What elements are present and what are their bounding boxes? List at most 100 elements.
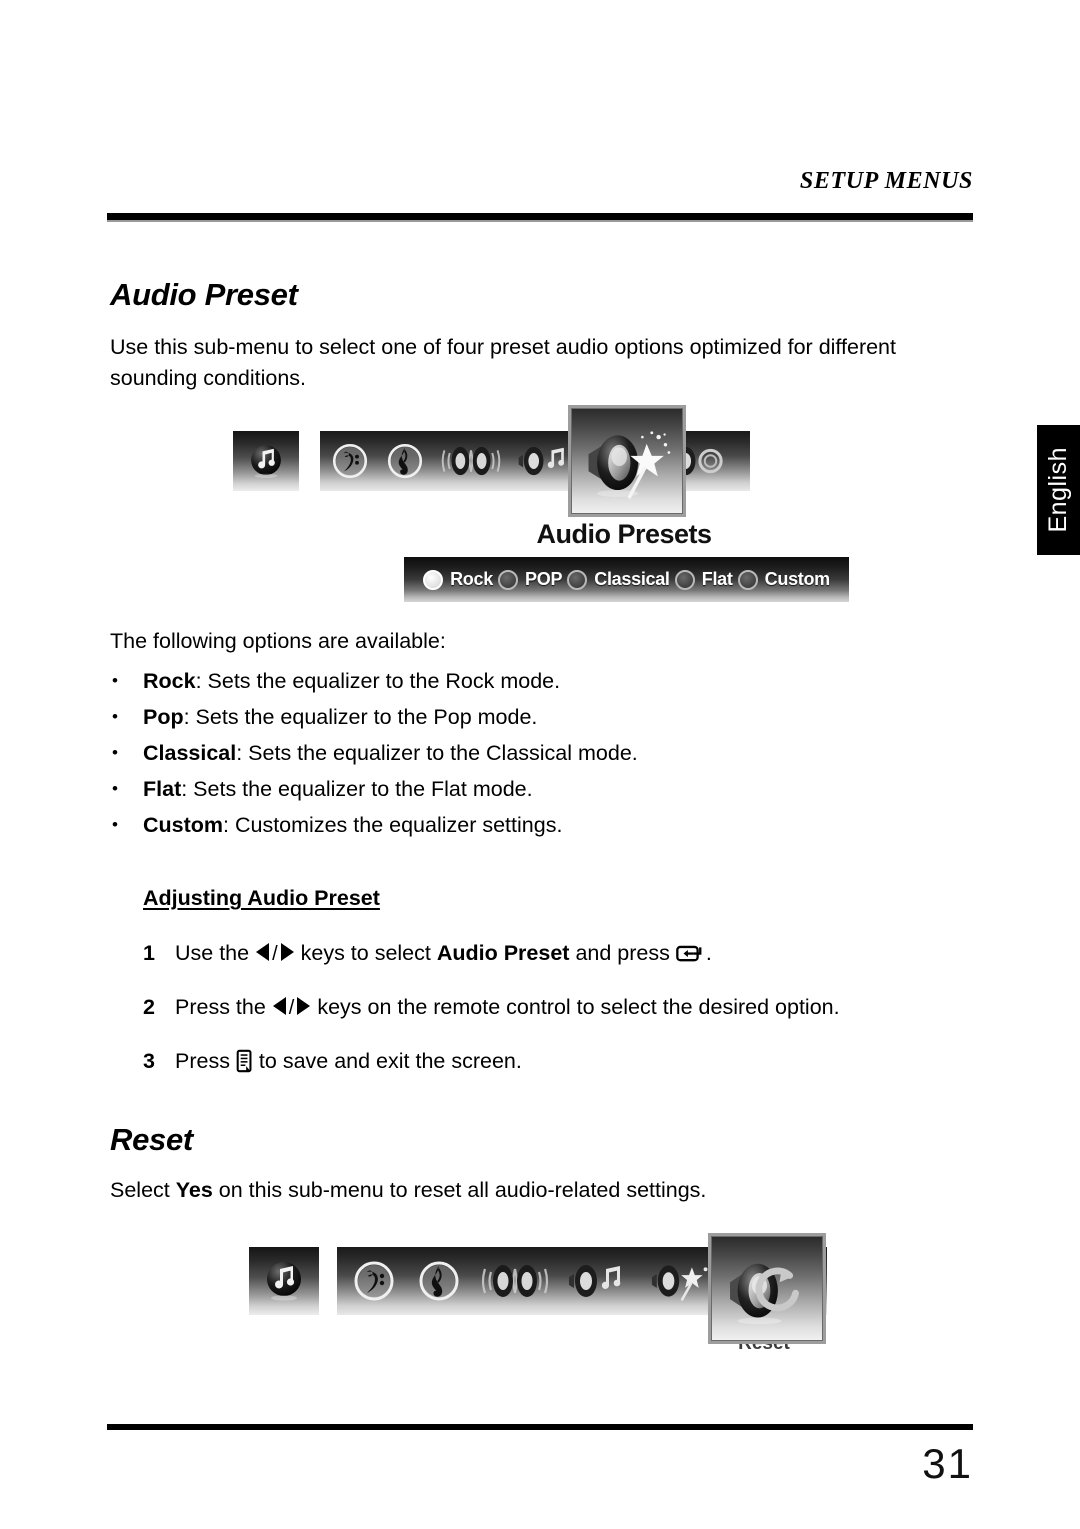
footer-rule [107,1424,973,1430]
step-3-body: Press to save and exit the screen. [175,1046,522,1076]
left-arrow-key-icon [272,995,287,1016]
step-1-term: Audio Preset [436,941,570,965]
step-1-text-b: keys to select [294,941,437,965]
osd-option-label: Rock [450,569,493,589]
list-item-term: Classical [143,741,237,765]
list-item-text: Classical: Sets the equalizer to the Cla… [143,741,638,765]
osd-option-label: POP [525,569,563,589]
list-item: • Flat: Sets the equalizer to the Flat mo… [110,771,980,807]
step-1-separator: / [272,943,278,965]
list-item-term: Custom [143,813,224,837]
step-2-text-a: Press the [175,995,272,1019]
menu-key-icon [236,1049,253,1073]
step-1-number: 1 [143,941,155,965]
reset-intro: Select Yes on this sub-menu to reset all… [110,1175,706,1206]
page-title-audio-preset: Audio Preset [110,277,298,312]
language-tab-label: English [1044,447,1072,533]
enter-key-icon [676,942,706,962]
radio-button-icon[interactable] [737,569,758,590]
osd-option-label: Custom [764,569,831,589]
bass-clef-icon[interactable] [328,440,372,482]
step-1: 1 Use the / keys to select Audio Preset … [143,938,993,992]
reset-intro-term: Yes [175,1178,213,1202]
bullet-marker: • [112,671,118,690]
osd-option-custom[interactable]: Custom [737,569,831,590]
step-2-separator: / [288,997,295,1019]
reset-intro-b: on this sub-menu to reset all audio-rela… [212,1178,707,1202]
options-intro: The following options are available: [110,629,446,653]
running-header-title: SETUP MENUS [799,168,973,194]
audio-preset-intro: Use this sub-menu to select one of four … [110,335,896,390]
step-3-text-b: to save and exit the screen. [252,1049,522,1073]
treble-clef-icon[interactable] [414,1257,464,1305]
osd-option-label: Classical [594,569,670,589]
step-1-text-a: Use the [175,941,256,965]
header-rule [107,213,973,222]
step-1-text-c: and press [569,941,676,965]
list-item: • Custom: Customizes the equalizer settin… [110,807,980,843]
list-item-text: Flat: Sets the equalizer to the Flat mod… [143,777,533,801]
dual-speaker-icon[interactable] [440,441,502,481]
list-item-term: Pop [143,705,184,729]
left-arrow-key-icon [255,941,270,962]
list-item-description: : Sets the equalizer to the Pop mode. [183,705,538,729]
osd-title-audio-presets: Audio Presets [536,519,712,549]
procedure-steps: 1 Use the / keys to select Audio Preset … [143,938,993,1100]
step-2-text-b: keys on the remote control to select the… [311,995,840,1019]
osd-option-flat[interactable]: Flat [674,569,733,590]
bullet-marker: • [112,707,118,726]
step-2-number: 2 [143,995,155,1019]
osd-options-bar[interactable]: Rock POP Classical Flat Custom [404,557,849,602]
radio-button-icon[interactable] [423,569,444,590]
page-number: 31 [922,1440,973,1487]
osd-category-music-icon-tile [233,431,299,491]
step-2: 2 Press the / keys on the remote control… [143,992,993,1046]
right-arrow-key-icon [280,941,295,962]
step-1-body: Use the / keys to select Audio Preset an… [175,938,712,969]
radio-button-icon[interactable] [567,569,588,590]
osd-category-music-icon-tile [249,1247,319,1315]
list-item-term: Rock [143,669,196,693]
list-item-description: : Sets the equalizer to the Classical mo… [236,741,638,765]
step-2-body: Press the / keys on the remote control t… [175,992,840,1023]
bullet-marker: • [112,743,118,762]
dual-speaker-icon[interactable] [479,1259,551,1303]
list-item-text: Pop: Sets the equalizer to the Pop mode. [143,705,537,729]
step-3-number: 3 [143,1049,155,1073]
bullet-marker: • [112,779,118,798]
osd-option-classical[interactable]: Classical [567,569,670,590]
list-item: • Classical: Sets the equalizer to the Cl… [110,735,980,771]
procedure-title: Adjusting Audio Preset [143,886,380,910]
music-note-icon [251,445,281,478]
list-item-term: Flat [143,777,182,801]
osd-option-rock[interactable]: Rock [423,569,493,590]
reset-intro-a: Select [110,1178,176,1202]
page-title-reset: Reset [110,1122,193,1157]
preset-options-list: • Rock: Sets the equalizer to the Rock mo… [110,663,980,843]
list-item-description: : Sets the equalizer to the Flat mode. [181,777,533,801]
list-item: • Pop: Sets the equalizer to the Pop mode… [110,699,980,735]
step-3-text-a: Press [175,1049,236,1073]
osd-option-pop[interactable]: POP [498,569,562,590]
speaker-magic-wand-icon [588,431,671,499]
treble-clef-icon[interactable] [383,440,427,482]
speaker-reset-loop-icon [730,1263,799,1324]
radio-button-icon[interactable] [498,569,519,590]
step-3: 3 Press to save and exit the screen. [143,1046,993,1100]
osd-selected-item-audio-presets[interactable] [568,405,686,517]
list-item-description: : Customizes the equalizer settings. [223,813,563,837]
speaker-music-note-icon[interactable] [565,1259,637,1303]
bullet-marker: • [112,815,118,834]
radio-button-icon[interactable] [674,569,695,590]
right-arrow-key-icon [296,995,311,1016]
list-item-text: Custom: Customizes the equalizer setting… [143,813,562,837]
language-tab: English [1037,425,1080,555]
osd-selected-item-reset[interactable] [708,1233,826,1344]
step-1-text-d: . [705,941,712,965]
music-note-icon [267,1262,301,1301]
list-item: • Rock: Sets the equalizer to the Rock mo… [110,663,980,699]
bass-clef-icon[interactable] [349,1257,399,1305]
list-item-description: : Sets the equalizer to the Rock mode. [195,669,561,693]
osd-option-label: Flat [701,569,733,589]
list-item-text: Rock: Sets the equalizer to the Rock mod… [143,669,560,693]
